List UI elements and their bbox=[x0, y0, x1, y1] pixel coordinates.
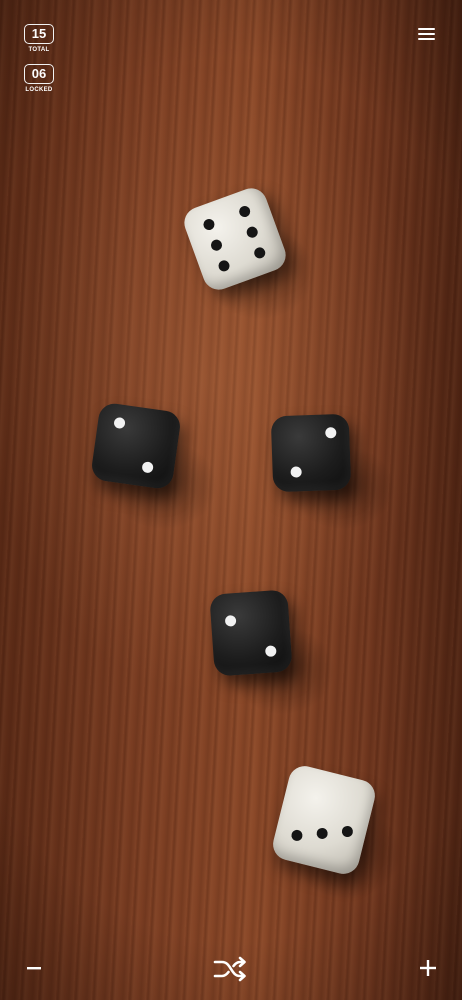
menu-button[interactable] bbox=[412, 22, 440, 46]
pip bbox=[290, 466, 302, 478]
pip bbox=[224, 615, 237, 627]
total-value: 15 bbox=[24, 24, 54, 44]
hamburger-menu-icon bbox=[417, 27, 435, 41]
locked-label: LOCKED bbox=[25, 87, 53, 93]
total-label: TOTAL bbox=[28, 47, 50, 53]
shuffle-icon bbox=[213, 956, 246, 982]
pip bbox=[290, 828, 304, 843]
locked-value: 06 bbox=[24, 64, 54, 84]
pip bbox=[264, 645, 277, 658]
pip bbox=[201, 217, 217, 232]
die-2[interactable] bbox=[89, 401, 183, 491]
plus-icon bbox=[420, 960, 436, 976]
pip bbox=[325, 427, 337, 439]
pip bbox=[252, 245, 267, 260]
decrement-button[interactable] bbox=[20, 954, 48, 982]
pip bbox=[245, 225, 260, 240]
pip bbox=[209, 238, 224, 253]
pip bbox=[113, 416, 126, 430]
die-4[interactable] bbox=[209, 589, 293, 677]
pip bbox=[340, 824, 355, 839]
increment-button[interactable] bbox=[414, 954, 442, 982]
die-3[interactable] bbox=[270, 413, 352, 493]
shuffle-button[interactable] bbox=[208, 950, 254, 988]
minus-icon bbox=[27, 967, 41, 970]
total-stat: 15 TOTAL bbox=[18, 24, 60, 53]
pip bbox=[141, 461, 154, 474]
pip bbox=[216, 258, 232, 273]
pip bbox=[237, 204, 252, 219]
locked-stat: 06 LOCKED bbox=[18, 64, 60, 93]
pip bbox=[315, 826, 329, 841]
